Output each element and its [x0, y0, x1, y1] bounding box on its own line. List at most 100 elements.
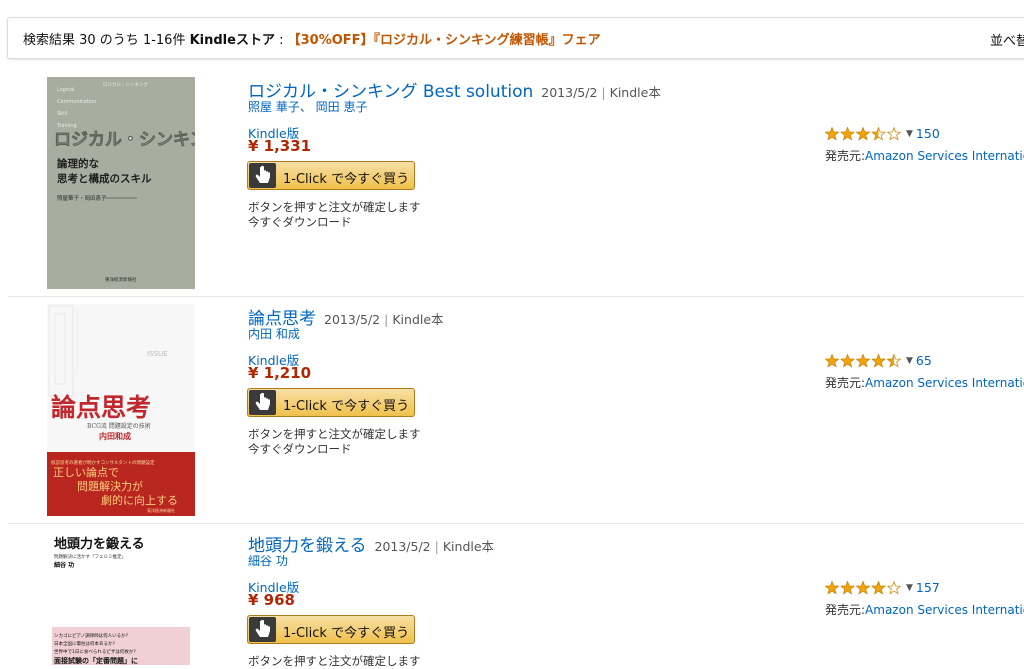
cover-art-jiatamaryoku: 地頭力を鍛える 問題解決に活かす「フェルミ推定」 細谷 功 シカゴにピアノ調律師…	[52, 531, 190, 665]
star-icon	[886, 580, 902, 595]
one-click-buy-button[interactable]: 1-Click で今すぐ買う	[247, 161, 415, 190]
result-item: 地頭力を鍛える 問題解決に活かす「フェルミ推定」 細谷 功 シカゴにピアノ調律師…	[0, 531, 1024, 668]
book-kind: Kindle本	[442, 539, 495, 554]
sort-dropdown[interactable]: 並べ替	[990, 30, 1024, 49]
divider	[8, 523, 1024, 524]
confirm-note: ボタンを押すと注文が確定します	[248, 200, 421, 214]
book-cover[interactable]: ISSUE 論点思考 BCG流 問題設定の技術 内田和成 仮説思考の著者が明かす…	[47, 304, 195, 516]
svg-text:Skill: Skill	[57, 111, 67, 117]
author-links[interactable]: 内田 和成	[248, 325, 300, 342]
download-note: 今すぐダウンロード	[248, 215, 352, 229]
pointer-hand-icon	[249, 390, 276, 415]
author-links[interactable]: 細谷 功	[248, 552, 288, 569]
star-icon	[855, 580, 871, 595]
book-kind: Kindle本	[609, 85, 661, 100]
price: ¥ 1,210	[248, 364, 312, 382]
result-item: Logical Communication Skill Training ロジカ…	[0, 77, 1024, 297]
buy-button-label: 1-Click で今すぐ買う	[283, 626, 410, 641]
star-icon	[886, 353, 902, 368]
download-note: 今すぐダウンロード	[248, 442, 352, 456]
buy-button-label: 1-Click で今すぐ買う	[283, 399, 410, 414]
result-info-text: 検索結果 30 のうち 1-16件 Kindleストア : 【30%OFF】『ロ…	[23, 33, 601, 48]
star-icon	[840, 126, 855, 141]
release-date: 2013/5/2	[541, 85, 598, 100]
review-count-link[interactable]: 65	[916, 353, 932, 368]
svg-text:面接試験の「定番問題」に: 面接試験の「定番問題」に	[54, 656, 138, 665]
price: ¥ 968	[248, 591, 295, 609]
svg-text:仮説思考の著者が明かすコンサルタントの問題設定: 仮説思考の著者が明かすコンサルタントの問題設定	[51, 459, 155, 466]
star-icon	[855, 126, 871, 141]
svg-text:問題解決力が: 問題解決力が	[77, 479, 143, 493]
svg-text:Communication: Communication	[57, 99, 96, 105]
seller-link[interactable]: Amazon Services International	[865, 376, 1024, 390]
book-cover[interactable]: 地頭力を鍛える 問題解決に活かす「フェルミ推定」 細谷 功 シカゴにピアノ調律師…	[52, 531, 190, 665]
svg-text:シカゴにピアノ調律師は何人いるか?: シカゴにピアノ調律師は何人いるか?	[54, 632, 129, 639]
star-rating-icon[interactable]	[825, 580, 903, 595]
svg-text:東洋経済新報社: 東洋経済新報社	[105, 276, 137, 283]
svg-text:日本全国に電柱は何本あるか?: 日本全国に電柱は何本あるか?	[54, 640, 115, 647]
svg-text:照屋華子・岡田恵子: 照屋華子・岡田恵子	[57, 194, 107, 202]
svg-text:東洋経済新報社: 東洋経済新報社	[147, 507, 175, 513]
chevron-down-icon[interactable]: ▼	[906, 583, 913, 593]
svg-text:劇的に向上する: 劇的に向上する	[101, 493, 178, 507]
one-click-buy-button[interactable]: 1-Click で今すぐ買う	[247, 388, 415, 417]
star-icon	[825, 353, 840, 368]
svg-text:論理的な: 論理的な	[57, 157, 99, 170]
seller-info: 発売元:Amazon Services International	[825, 601, 1024, 618]
star-icon	[871, 353, 886, 368]
rating: ▼ 65	[825, 350, 932, 369]
seller-info: 発売元:Amazon Services International	[825, 374, 1024, 391]
star-icon	[886, 126, 902, 141]
buy-button-label: 1-Click で今すぐ買う	[283, 172, 410, 187]
divider	[8, 296, 1024, 297]
price: ¥ 1,331	[248, 137, 312, 155]
result-info-bar: 検索結果 30 のうち 1-16件 Kindleストア : 【30%OFF】『ロ…	[7, 17, 1024, 59]
chevron-down-icon[interactable]: ▼	[906, 129, 913, 139]
svg-text:地頭力を鍛える: 地頭力を鍛える	[54, 536, 145, 552]
pointer-hand-icon	[249, 163, 276, 188]
result-item: ISSUE 論点思考 BCG流 問題設定の技術 内田和成 仮説思考の著者が明かす…	[0, 304, 1024, 524]
book-cover[interactable]: Logical Communication Skill Training ロジカ…	[47, 77, 195, 289]
star-icon	[825, 580, 840, 595]
svg-text:内田和成: 内田和成	[99, 431, 131, 441]
result-count: 検索結果 30 のうち 1-16件	[23, 33, 186, 48]
one-click-buy-button[interactable]: 1-Click で今すぐ買う	[247, 615, 415, 644]
svg-text:思考と構成のスキル: 思考と構成のスキル	[57, 172, 152, 185]
svg-text:BCG流 問題設定の技術: BCG流 問題設定の技術	[87, 422, 151, 430]
review-count-link[interactable]: 150	[916, 126, 940, 141]
svg-text:問題解決に活かす「フェルミ推定」: 問題解決に活かす「フェルミ推定」	[54, 553, 126, 560]
cover-art-ronten-shikou: ISSUE 論点思考 BCG流 問題設定の技術 内田和成 仮説思考の著者が明かす…	[47, 304, 195, 516]
confirm-note: ボタンを押すと注文が確定します	[248, 654, 421, 668]
chevron-down-icon[interactable]: ▼	[906, 356, 913, 366]
star-rating-icon[interactable]	[825, 353, 903, 368]
review-count-link[interactable]: 157	[916, 580, 940, 595]
svg-text:正しい論点で: 正しい論点で	[53, 465, 119, 479]
release-date: 2013/5/2	[374, 539, 431, 554]
star-icon	[840, 580, 855, 595]
star-rating-icon[interactable]	[825, 126, 903, 141]
seller-link[interactable]: Amazon Services International	[865, 603, 1024, 617]
promo-link[interactable]: 【30%OFF】『ロジカル・シンキング練習帳』フェア	[288, 33, 601, 48]
svg-text:ISSUE: ISSUE	[147, 350, 168, 358]
confirm-note: ボタンを押すと注文が確定します	[248, 427, 421, 441]
pointer-hand-icon	[249, 617, 276, 642]
star-icon	[825, 126, 840, 141]
svg-text:Training: Training	[56, 123, 77, 129]
svg-text:論点思考: 論点思考	[51, 393, 151, 422]
svg-text:Logical: Logical	[57, 87, 75, 93]
svg-text:細谷 功: 細谷 功	[54, 561, 74, 569]
author-links[interactable]: 照屋 華子、 岡田 恵子	[248, 98, 367, 115]
rating: ▼ 157	[825, 577, 940, 596]
svg-text:ロジカル・シンキング: ロジカル・シンキング	[103, 81, 148, 88]
star-icon	[871, 126, 886, 141]
store-name: Kindleストア	[189, 33, 275, 48]
star-icon	[840, 353, 855, 368]
seller-info: 発売元:Amazon Services International	[825, 147, 1024, 164]
release-date: 2013/5/2	[324, 312, 381, 327]
seller-link[interactable]: Amazon Services International	[865, 149, 1024, 163]
svg-text:ロジカル・シンキング: ロジカル・シンキング	[54, 129, 195, 150]
svg-text:世界中で1日に食べられるピザは何枚か?: 世界中で1日に食べられるピザは何枚か?	[54, 648, 136, 655]
book-kind: Kindle本	[392, 312, 444, 327]
rating: ▼ 150	[825, 123, 940, 142]
star-icon	[871, 580, 886, 595]
